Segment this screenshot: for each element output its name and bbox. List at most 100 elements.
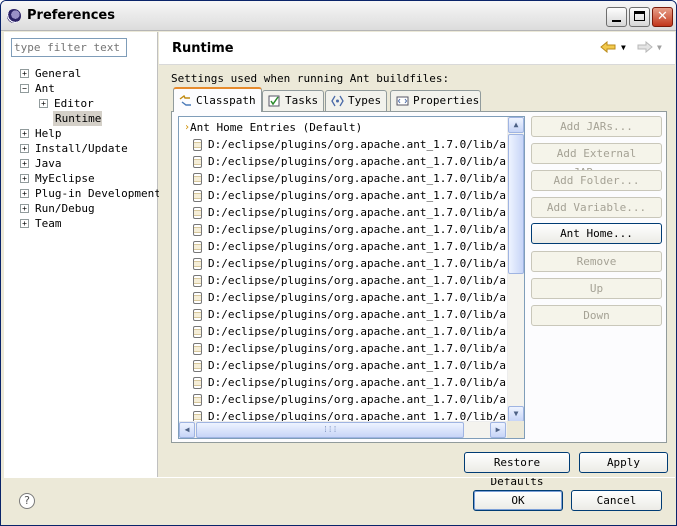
list-item[interactable]: D:/eclipse/plugins/org.apache.ant_1.7.0/… xyxy=(180,136,506,153)
expand-icon[interactable]: + xyxy=(20,204,29,213)
list-item[interactable]: D:/eclipse/plugins/org.apache.ant_1.7.0/… xyxy=(180,340,506,357)
thumb-grip-icon: ⁞⁞⁞ xyxy=(323,425,338,434)
forward-history-dropdown-icon[interactable]: ▼ xyxy=(657,43,662,52)
expand-icon[interactable]: + xyxy=(20,129,29,138)
add-variable-button[interactable]: Add Variable... xyxy=(531,197,662,218)
tree-item-label: Ant xyxy=(35,82,55,95)
jar-icon xyxy=(193,173,202,185)
list-item[interactable]: D:/eclipse/plugins/org.apache.ant_1.7.0/… xyxy=(180,170,506,187)
add-external-jars-button[interactable]: Add External JARs... xyxy=(531,143,662,179)
maximize-icon xyxy=(634,11,645,21)
jar-icon xyxy=(193,394,202,406)
list-item[interactable]: D:/eclipse/plugins/org.apache.ant_1.7.0/… xyxy=(180,357,506,374)
minimize-button[interactable] xyxy=(606,7,627,27)
classpath-tree[interactable]: › Ant Home Entries (Default) D:/eclipse/… xyxy=(178,116,525,439)
list-item[interactable]: D:/eclipse/plugins/org.apache.ant_1.7.0/… xyxy=(180,221,506,238)
jar-icon xyxy=(193,190,202,202)
tree-item-label: Install/Update xyxy=(35,142,128,155)
vertical-scroll-thumb[interactable] xyxy=(508,134,524,274)
list-item[interactable]: D:/eclipse/plugins/org.apache.ant_1.7.0/… xyxy=(180,391,506,408)
list-item[interactable]: D:/eclipse/plugins/org.apache.ant_1.7.0/… xyxy=(180,289,506,306)
list-item[interactable]: D:/eclipse/plugins/org.apache.ant_1.7.0/… xyxy=(180,255,506,272)
tab-label: Tasks xyxy=(285,94,319,107)
apply-button[interactable]: Apply xyxy=(579,452,668,473)
entry-path: D:/eclipse/plugins/org.apache.ant_1.7.0/… xyxy=(208,172,506,185)
tree-item-label: Help xyxy=(35,127,62,140)
list-item[interactable]: D:/eclipse/plugins/org.apache.ant_1.7.0/… xyxy=(180,238,506,255)
expand-icon[interactable]: + xyxy=(20,69,29,78)
list-item[interactable]: D:/eclipse/plugins/org.apache.ant_1.7.0/… xyxy=(180,306,506,323)
jar-icon xyxy=(193,309,202,321)
expand-icon[interactable]: + xyxy=(39,99,48,108)
entry-path: D:/eclipse/plugins/org.apache.ant_1.7.0/… xyxy=(208,155,506,168)
help-icon[interactable]: ? xyxy=(19,493,35,509)
add-folder-button[interactable]: Add Folder... xyxy=(531,170,662,191)
page-description: Settings used when running Ant buildfile… xyxy=(171,72,450,85)
vertical-scrollbar[interactable]: ▲ ▼ xyxy=(507,117,524,423)
window-title: Preferences xyxy=(27,8,115,23)
eclipse-icon xyxy=(7,9,21,23)
entry-path: D:/eclipse/plugins/org.apache.ant_1.7.0/… xyxy=(208,189,506,202)
horizontal-scrollbar[interactable]: ◀ ⁞⁞⁞ ▶ xyxy=(179,421,507,438)
types-icon xyxy=(331,95,344,107)
page-title: Runtime xyxy=(172,41,234,56)
tree-item-label: Team xyxy=(35,217,62,230)
expand-icon[interactable]: + xyxy=(20,174,29,183)
minimize-icon xyxy=(612,20,621,22)
list-item[interactable]: D:/eclipse/plugins/org.apache.ant_1.7.0/… xyxy=(180,153,506,170)
scroll-left-icon[interactable]: ◀ xyxy=(179,422,195,438)
restore-defaults-button[interactable]: Restore Defaults xyxy=(464,452,570,488)
jar-icon xyxy=(193,377,202,389)
expand-icon[interactable]: + xyxy=(20,219,29,228)
back-history-dropdown-icon[interactable]: ▼ xyxy=(621,43,626,52)
cancel-button[interactable]: Cancel xyxy=(571,490,662,511)
tab-types[interactable]: Types xyxy=(325,90,387,111)
entry-path: D:/eclipse/plugins/org.apache.ant_1.7.0/… xyxy=(208,308,506,321)
list-item[interactable]: D:/eclipse/plugins/org.apache.ant_1.7.0/… xyxy=(180,272,506,289)
forward-arrow-icon[interactable] xyxy=(637,41,653,53)
tree-item-runtime[interactable]: Runtime xyxy=(53,111,102,126)
ok-button[interactable]: OK xyxy=(473,490,563,511)
expand-icon[interactable]: + xyxy=(20,144,29,153)
preference-tree-pane: + General − Ant + Editor Runtime + Help … xyxy=(4,32,161,477)
list-item[interactable]: D:/eclipse/plugins/org.apache.ant_1.7.0/… xyxy=(180,187,506,204)
tab-classpath[interactable]: Classpath xyxy=(173,87,262,112)
list-item[interactable]: D:/eclipse/plugins/org.apache.ant_1.7.0/… xyxy=(180,204,506,221)
remove-button[interactable]: Remove xyxy=(531,251,662,272)
scroll-down-icon[interactable]: ▼ xyxy=(508,406,524,422)
maximize-button[interactable] xyxy=(629,7,650,27)
back-arrow-icon[interactable] xyxy=(600,41,616,53)
list-item[interactable]: D:/eclipse/plugins/org.apache.ant_1.7.0/… xyxy=(180,323,506,340)
properties-icon xyxy=(396,96,409,106)
classpath-icon xyxy=(179,95,191,106)
expand-icon[interactable]: + xyxy=(20,159,29,168)
close-button[interactable]: ✕ xyxy=(652,7,673,27)
up-button[interactable]: Up xyxy=(531,278,662,299)
jar-icon xyxy=(193,258,202,270)
entry-path: D:/eclipse/plugins/org.apache.ant_1.7.0/… xyxy=(208,274,506,287)
jar-icon xyxy=(193,343,202,355)
tree-item-ant-home-entries[interactable]: › Ant Home Entries (Default) xyxy=(180,119,506,136)
tab-label: Types xyxy=(348,94,382,107)
tree-item-label: Plug-in Development xyxy=(35,187,161,200)
title-bar[interactable]: Preferences ✕ xyxy=(1,1,676,31)
entry-path: D:/eclipse/plugins/org.apache.ant_1.7.0/… xyxy=(208,325,506,338)
horizontal-scroll-thumb[interactable]: ⁞⁞⁞ xyxy=(196,422,464,438)
down-button[interactable]: Down xyxy=(531,305,662,326)
collapse-icon[interactable]: − xyxy=(20,84,29,93)
ant-home-button[interactable]: Ant Home... xyxy=(531,223,662,244)
expand-icon[interactable]: + xyxy=(20,189,29,198)
scroll-right-icon[interactable]: ▶ xyxy=(490,422,506,438)
entry-path: D:/eclipse/plugins/org.apache.ant_1.7.0/… xyxy=(208,359,506,372)
add-jars-button[interactable]: Add JARs... xyxy=(531,116,662,137)
tasks-icon xyxy=(268,95,280,107)
filter-input[interactable] xyxy=(11,38,127,57)
tab-tasks[interactable]: Tasks xyxy=(262,90,324,111)
jar-icon xyxy=(193,207,202,219)
list-item[interactable]: D:/eclipse/plugins/org.apache.ant_1.7.0/… xyxy=(180,374,506,391)
tab-label: Properties xyxy=(413,94,480,107)
preferences-window: Preferences ✕ + General − Ant + Editor R… xyxy=(0,0,677,526)
scroll-up-icon[interactable]: ▲ xyxy=(508,117,524,133)
classpath-panel: › Ant Home Entries (Default) D:/eclipse/… xyxy=(171,111,667,443)
tab-properties[interactable]: Properties xyxy=(390,90,481,111)
